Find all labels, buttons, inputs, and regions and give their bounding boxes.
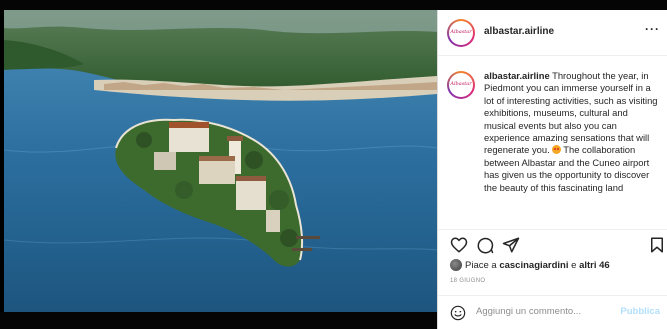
comment-input[interactable]: Aggiungi un commento... bbox=[476, 306, 616, 317]
likes-text: Piace a cascinagiardini e altri 46 bbox=[465, 260, 610, 271]
comment-icon[interactable] bbox=[476, 236, 494, 254]
caption-username[interactable]: albastar.airline bbox=[484, 70, 550, 81]
heart-icon[interactable] bbox=[450, 236, 468, 254]
liker-avatar[interactable] bbox=[450, 259, 462, 271]
likes-connector: e bbox=[568, 260, 580, 271]
likes-summary: Piace a cascinagiardini e altri 46 bbox=[450, 258, 660, 274]
avatar-logo-text: Albastar bbox=[450, 29, 472, 35]
liker-username[interactable]: cascinagiardini bbox=[499, 260, 568, 271]
screen-bottom-border bbox=[0, 312, 438, 329]
caption-body: Throughout the year, in Piedmont you can… bbox=[484, 70, 658, 156]
post-header: Albastar albastar.airline ··· bbox=[438, 10, 667, 56]
likes-others-link[interactable]: altri 46 bbox=[579, 260, 610, 271]
emoji-icon[interactable] bbox=[450, 305, 466, 321]
action-bar bbox=[438, 229, 667, 257]
publish-button[interactable]: Pubblica bbox=[620, 306, 660, 317]
post-image[interactable] bbox=[4, 10, 437, 312]
header-username[interactable]: albastar.airline bbox=[484, 26, 554, 37]
caption-avatar-logo-text: Albastar bbox=[450, 81, 472, 87]
more-options-icon[interactable]: ··· bbox=[645, 22, 660, 36]
profile-avatar[interactable]: Albastar bbox=[447, 19, 475, 47]
caption-section: Albastar albastar.airline Throughout the… bbox=[438, 57, 667, 229]
likes-prefix: Piace a bbox=[465, 260, 500, 271]
island-photo bbox=[4, 10, 437, 312]
send-icon[interactable] bbox=[502, 236, 520, 254]
smiling-emoji-icon bbox=[552, 145, 562, 155]
caption-text: albastar.airline Throughout the year, in… bbox=[484, 70, 660, 194]
comment-bar: Aggiungi un commento... Pubblica bbox=[438, 295, 667, 329]
bookmark-icon[interactable] bbox=[648, 236, 666, 254]
caption-avatar[interactable]: Albastar bbox=[447, 71, 475, 99]
post-date[interactable]: 18 GIUGNO bbox=[450, 278, 485, 284]
post-details-panel: Albastar albastar.airline ··· Albastar a… bbox=[437, 10, 667, 329]
screen-top-border bbox=[0, 0, 667, 10]
